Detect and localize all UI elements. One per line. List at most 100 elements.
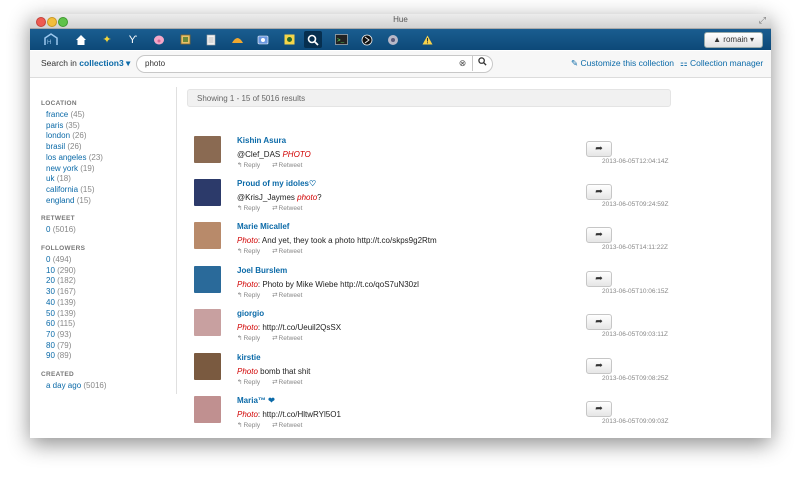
collection-manager-label: Collection manager: [690, 58, 764, 68]
result-username[interactable]: giorgio: [237, 309, 264, 318]
share-button[interactable]: ➦: [586, 358, 612, 374]
user-menu-button[interactable]: ▲ romain ▾: [704, 32, 763, 48]
facet-item[interactable]: california (15): [46, 185, 146, 196]
customize-collection-link[interactable]: ✎ Customize this collection: [571, 58, 674, 69]
hbase-icon[interactable]: [280, 31, 298, 48]
retweet-link[interactable]: ⇄Retweet: [272, 379, 308, 386]
reply-link[interactable]: ↰Reply: [237, 335, 266, 342]
avatar[interactable]: [194, 136, 221, 163]
reply-link[interactable]: ↰Reply: [237, 162, 266, 169]
search-input[interactable]: photo ⊗: [136, 55, 493, 73]
retweet-icon: ⇄: [272, 205, 278, 212]
retweet-link[interactable]: ⇄Retweet: [272, 162, 308, 169]
share-button[interactable]: ➦: [586, 141, 612, 157]
result-username[interactable]: Proud of my idoles♡: [237, 179, 316, 188]
retweet-label: Retweet: [278, 292, 303, 299]
facet-item[interactable]: a day ago (5016): [46, 381, 146, 392]
reply-icon: ↰: [237, 162, 243, 169]
search-submit-button[interactable]: [472, 55, 492, 71]
share-button[interactable]: ➦: [586, 401, 612, 417]
banana-icon[interactable]: ✦: [98, 31, 116, 48]
avatar[interactable]: [194, 179, 221, 206]
search-icon[interactable]: [304, 31, 322, 48]
reply-link[interactable]: ↰Reply: [237, 379, 266, 386]
facet-item[interactable]: new york (19): [46, 164, 146, 175]
collection-selector[interactable]: Search in collection3 ▾: [41, 58, 130, 69]
search-query-text[interactable]: photo: [145, 59, 165, 68]
facet-item[interactable]: 0 (5016): [46, 225, 146, 236]
reply-icon: ↰: [237, 335, 243, 342]
facet-item[interactable]: 10 (290): [46, 266, 146, 277]
facet-item[interactable]: france (45): [46, 110, 146, 121]
result-text-prefix: @KrisJ_Jaymes: [237, 193, 298, 202]
facet-item[interactable]: 70 (93): [46, 330, 146, 341]
clear-search-icon[interactable]: ⊗: [457, 58, 468, 69]
fullscreen-icon[interactable]: ⤢: [759, 15, 766, 26]
retweet-link[interactable]: ⇄Retweet: [272, 292, 308, 299]
facet-item[interactable]: 80 (79): [46, 341, 146, 352]
facet-item[interactable]: 0 (494): [46, 255, 146, 266]
reply-icon: ↰: [237, 422, 243, 429]
reply-link[interactable]: ↰Reply: [237, 292, 266, 299]
avatar[interactable]: [194, 309, 221, 336]
share-button[interactable]: ➦: [586, 184, 612, 200]
avatar[interactable]: [194, 222, 221, 249]
result-username[interactable]: Kishin Asura: [237, 136, 286, 145]
shell-icon[interactable]: >_: [332, 31, 350, 48]
facet-item[interactable]: 50 (139): [46, 309, 146, 320]
facet-item-count: (45): [70, 110, 85, 119]
facet-item[interactable]: 30 (167): [46, 287, 146, 298]
facet-item[interactable]: 20 (182): [46, 276, 146, 287]
impala-icon[interactable]: [358, 31, 376, 48]
avatar[interactable]: [194, 396, 221, 423]
file-icon[interactable]: [202, 31, 220, 48]
facet-item[interactable]: 40 (139): [46, 298, 146, 309]
avatar[interactable]: [194, 266, 221, 293]
window-title: Hue: [393, 15, 408, 24]
avatar[interactable]: [194, 353, 221, 380]
share-button[interactable]: ➦: [586, 271, 612, 287]
facet-item[interactable]: england (15): [46, 196, 146, 207]
home-icon[interactable]: [72, 31, 90, 48]
facet-item[interactable]: london (26): [46, 131, 146, 142]
result-username[interactable]: Marie Micallef: [237, 222, 289, 231]
facet-item[interactable]: 60 (115): [46, 319, 146, 330]
search-highlight: Photo: [237, 323, 258, 332]
facet-title: RETWEET: [41, 215, 75, 223]
reply-label: Reply: [243, 248, 261, 255]
collection-dropdown[interactable]: collection3 ▾: [79, 58, 130, 68]
retweet-link[interactable]: ⇄Retweet: [272, 248, 308, 255]
result-username[interactable]: kirstie: [237, 353, 261, 362]
retweet-link[interactable]: ⇄Retweet: [272, 335, 308, 342]
sqoop-icon[interactable]: [254, 31, 272, 48]
facet-item[interactable]: uk (18): [46, 174, 146, 185]
settings-icon[interactable]: [384, 31, 402, 48]
retweet-link[interactable]: ⇄Retweet: [272, 205, 308, 212]
reply-link[interactable]: ↰Reply: [237, 422, 266, 429]
result-username[interactable]: Joel Burslem: [237, 266, 287, 275]
hive-icon[interactable]: [228, 31, 246, 48]
collection-manager-link[interactable]: ⚏ Collection manager: [680, 58, 763, 69]
reply-link[interactable]: ↰Reply: [237, 248, 266, 255]
reply-label: Reply: [243, 205, 261, 212]
warning-icon[interactable]: [418, 31, 436, 48]
svg-text:H: H: [47, 40, 51, 46]
facet-item[interactable]: paris (35): [46, 121, 146, 132]
search-in-label: Search in: [41, 58, 77, 68]
beeswax-icon[interactable]: [176, 31, 194, 48]
oozie-icon[interactable]: Ƴ: [124, 31, 142, 48]
facet-item-label: paris: [46, 120, 64, 130]
result-username[interactable]: Maria™ ❤: [237, 396, 275, 405]
share-button[interactable]: ➦: [586, 227, 612, 243]
facet-item-label: new york: [46, 163, 79, 173]
share-button[interactable]: ➦: [586, 314, 612, 330]
facet-item[interactable]: brasil (26): [46, 142, 146, 153]
facet-item[interactable]: 90 (89): [46, 351, 146, 362]
facet-item[interactable]: los angeles (23): [46, 153, 146, 164]
result-text-suffix: : And yet, they took a photo http://t.co…: [257, 236, 437, 245]
pig-icon[interactable]: [150, 31, 168, 48]
reply-link[interactable]: ↰Reply: [237, 205, 266, 212]
retweet-link[interactable]: ⇄Retweet: [272, 422, 308, 429]
hue-logo-icon[interactable]: H: [42, 31, 60, 48]
customize-collection-label: Customize this collection: [580, 58, 675, 68]
